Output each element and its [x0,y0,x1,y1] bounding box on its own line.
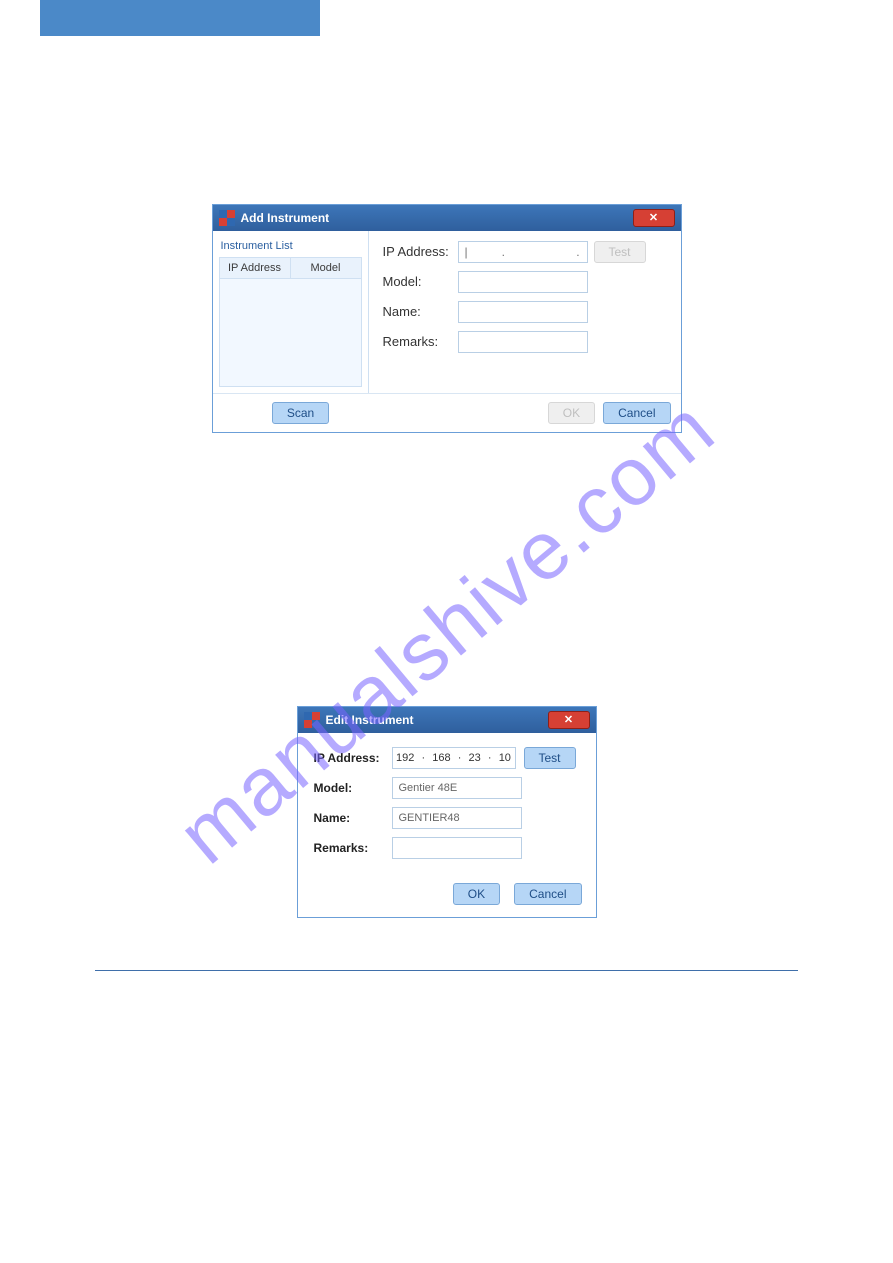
ok-button[interactable]: OK [453,883,500,905]
section-badge [40,0,320,36]
figure-caption-2: Figure D-12.2 Edit Instrument Dialog Box [40,926,853,940]
para-edit: < Edit >: user can select an instrument … [95,633,798,673]
label-remarks: Remarks: [383,334,458,349]
instrument-list-caption: Instrument List [219,237,362,257]
instrument-list-body[interactable] [219,279,362,387]
dialog-title: Add Instrument [241,211,330,225]
page-number: D-40 [95,977,119,989]
ip-seg-4: 10 [499,752,511,764]
label-remarks: Remarks: [314,841,392,855]
label-name: Name: [314,811,392,825]
close-icon: ✕ [564,713,573,726]
para-add: < Add >: user can press < Add > and the … [95,91,798,172]
dialog-titlebar: Add Instrument ✕ [213,205,681,231]
page-footer: D-40 Xi'an Tianlong Science and Technolo… [95,970,798,989]
body-text-top: < Add >: user can press < Add > and the … [95,91,798,172]
app-logo-icon [219,210,235,226]
add-instrument-dialog: Add Instrument ✕ Instrument List IP Addr… [212,204,682,433]
ip-seg-2: 168 [432,752,450,764]
label-ip: IP Address: [314,751,392,765]
close-button[interactable]: ✕ [633,209,675,227]
figure-caption-1: Figure D-12.1 Add Instrument Dialog Box [40,441,853,455]
ip-seg-1: 192 [396,752,414,764]
close-icon: ✕ [649,211,658,224]
test-button[interactable]: Test [594,241,646,263]
cancel-button[interactable]: Cancel [603,402,670,424]
close-button[interactable]: ✕ [548,711,590,729]
instrument-list-header: IP Address Model [219,257,362,279]
label-name: Name: [383,304,458,319]
test-button[interactable]: Test [524,747,576,769]
ip-seg-3: 23 [469,752,481,764]
dialog-title: Edit Instrument [326,713,414,727]
footer-company: Xi'an Tianlong Science and Technology Co… [566,977,798,989]
add-form: IP Address: Test Model: Name: Remarks: [369,231,681,393]
instrument-list-panel: Instrument List IP Address Model [213,231,369,393]
label-ip: IP Address: [383,244,458,259]
label-model: Model: [383,274,458,289]
model-input[interactable] [458,271,588,293]
remarks-input[interactable] [392,837,522,859]
para-scan: User can also press < Scan > on the add … [95,483,798,564]
dialog-titlebar: Edit Instrument ✕ [298,707,596,733]
model-input[interactable] [392,777,522,799]
label-model: Model: [314,781,392,795]
name-input[interactable] [458,301,588,323]
ip-address-input[interactable]: 192· 168· 23· 10 [392,747,516,769]
para-cancel: ▶ Press < Cancel > to cancel the additio… [95,603,798,623]
ip-address-input[interactable] [458,241,588,263]
body-text-mid: User can also press < Scan > on the add … [95,483,798,674]
col-model: Model [291,258,361,278]
app-logo-icon [304,712,320,728]
para-ok: ▶ Press < OK > to confirm the addition o… [95,573,798,593]
ok-button[interactable]: OK [548,402,595,424]
edit-instrument-dialog: Edit Instrument ✕ IP Address: 192· 168· … [297,706,597,918]
col-ip-address: IP Address [220,258,291,278]
name-input[interactable] [392,807,522,829]
scan-button[interactable]: Scan [272,402,329,424]
remarks-input[interactable] [458,331,588,353]
cancel-button[interactable]: Cancel [514,883,581,905]
